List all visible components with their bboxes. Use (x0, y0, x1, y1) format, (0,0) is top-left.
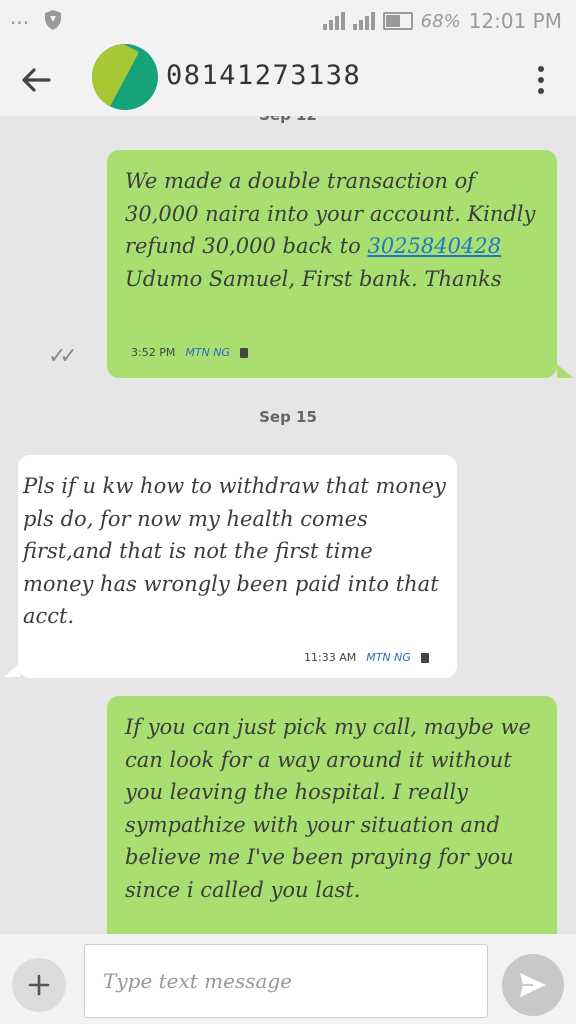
contact-number: 08141273138 (166, 60, 362, 91)
bubble-tail (557, 364, 573, 378)
message-time: 11:33 AM (304, 651, 357, 664)
notification-dots: ··· (10, 10, 30, 35)
message-meta: 3:52 PM MTN NG (131, 346, 249, 359)
battery-percent: 68% (420, 10, 461, 32)
overflow-menu-icon[interactable] (526, 60, 556, 100)
signal-strength-icon (322, 12, 345, 30)
contact-avatar[interactable] (92, 44, 158, 110)
message-text: Pls if u kw how to withdraw that money p… (23, 474, 446, 629)
carrier-label: MTN NG (366, 651, 411, 664)
carrier-label: MTN NG (185, 346, 231, 359)
plus-icon[interactable] (12, 958, 66, 1012)
status-bar: ··· 68% 12:01 PM (0, 0, 576, 42)
delivered-ticks-icon: ✓✓ (48, 344, 78, 369)
message-text: If you can just pick my call, maybe we c… (125, 715, 531, 902)
battery-icon (382, 12, 413, 30)
sent-message-bubble[interactable]: We made a double transaction of 30,000 n… (107, 150, 557, 378)
message-composer (0, 934, 576, 1024)
vpn-shield-icon (43, 9, 63, 36)
date-separator: Sep 15 (259, 408, 317, 426)
message-meta: 11:33 AM MTN NG (304, 651, 429, 664)
sent-message-bubble[interactable]: If you can just pick my call, maybe we c… (107, 696, 557, 934)
signal-strength-icon-2 (352, 12, 375, 30)
bubble-tail (4, 663, 20, 677)
clock: 12:01 PM (468, 9, 562, 33)
message-input[interactable] (84, 944, 488, 1018)
sim-card-icon (420, 652, 429, 663)
back-arrow-icon[interactable] (14, 58, 58, 102)
sim-card-icon (240, 347, 249, 358)
conversation-header: 08141273138 (0, 42, 576, 116)
message-text: We made a double transaction of 30,000 n… (125, 169, 536, 291)
received-message-bubble[interactable]: Pls if u kw how to withdraw that money p… (18, 455, 457, 678)
message-time: 3:52 PM (131, 346, 176, 359)
phone-number-link[interactable]: 3025840428 (367, 234, 501, 258)
date-separator: Sep 12 (0, 116, 576, 124)
message-list[interactable]: Sep 12 We made a double transaction of 3… (0, 116, 576, 934)
send-icon[interactable] (502, 954, 564, 1016)
